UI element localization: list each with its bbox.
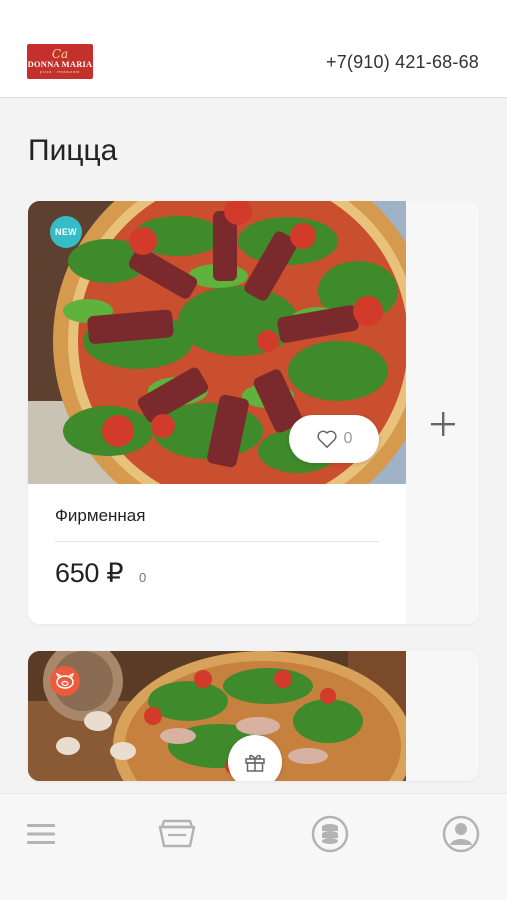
- product-price: 650 ₽: [55, 558, 124, 588]
- product-image[interactable]: NEW 0: [28, 201, 406, 484]
- logo-subtitle: pizza · restaurant: [40, 69, 80, 74]
- basket-icon: [158, 819, 196, 848]
- donna-maria-logo[interactable]: Сa DONNA MARIA pizza · restaurant: [27, 44, 93, 79]
- pig-icon: [55, 673, 75, 689]
- pork-badge: [50, 666, 80, 696]
- menu-icon: [27, 824, 55, 844]
- bonus-coins-icon: [311, 815, 349, 853]
- logo-title: DONNA MARIA: [27, 59, 93, 69]
- phone-number-link[interactable]: +7(910) 421-68-68: [326, 52, 479, 73]
- gift-icon: [245, 754, 265, 772]
- profile-icon: [442, 815, 480, 853]
- tab-bonuses[interactable]: [307, 812, 353, 856]
- product-image[interactable]: [28, 651, 406, 781]
- new-badge: NEW: [50, 216, 82, 248]
- like-button[interactable]: 0: [289, 415, 379, 463]
- heart-icon: [316, 430, 337, 448]
- tab-menu[interactable]: [18, 812, 64, 856]
- product-card[interactable]: [28, 651, 479, 781]
- plus-icon: [430, 412, 455, 436]
- product-card[interactable]: NEW 0 Фирменная 650 ₽ 0: [28, 201, 479, 624]
- page-title: Пицца: [28, 134, 118, 167]
- add-to-cart-button[interactable]: [406, 381, 479, 467]
- bonus-points: 0: [139, 570, 147, 585]
- card-divider: [55, 541, 379, 542]
- gift-button[interactable]: [228, 735, 282, 781]
- card-side-panel: [406, 651, 479, 781]
- product-name[interactable]: Фирменная: [55, 506, 145, 526]
- tab-basket[interactable]: [154, 812, 200, 856]
- tab-profile[interactable]: [438, 812, 484, 856]
- pizza-ham-mushrooms-image: [28, 651, 406, 781]
- like-count: 0: [343, 430, 353, 447]
- bottom-tab-bar: [0, 793, 507, 900]
- app-header: Сa DONNA MARIA pizza · restaurant +7(910…: [0, 0, 507, 98]
